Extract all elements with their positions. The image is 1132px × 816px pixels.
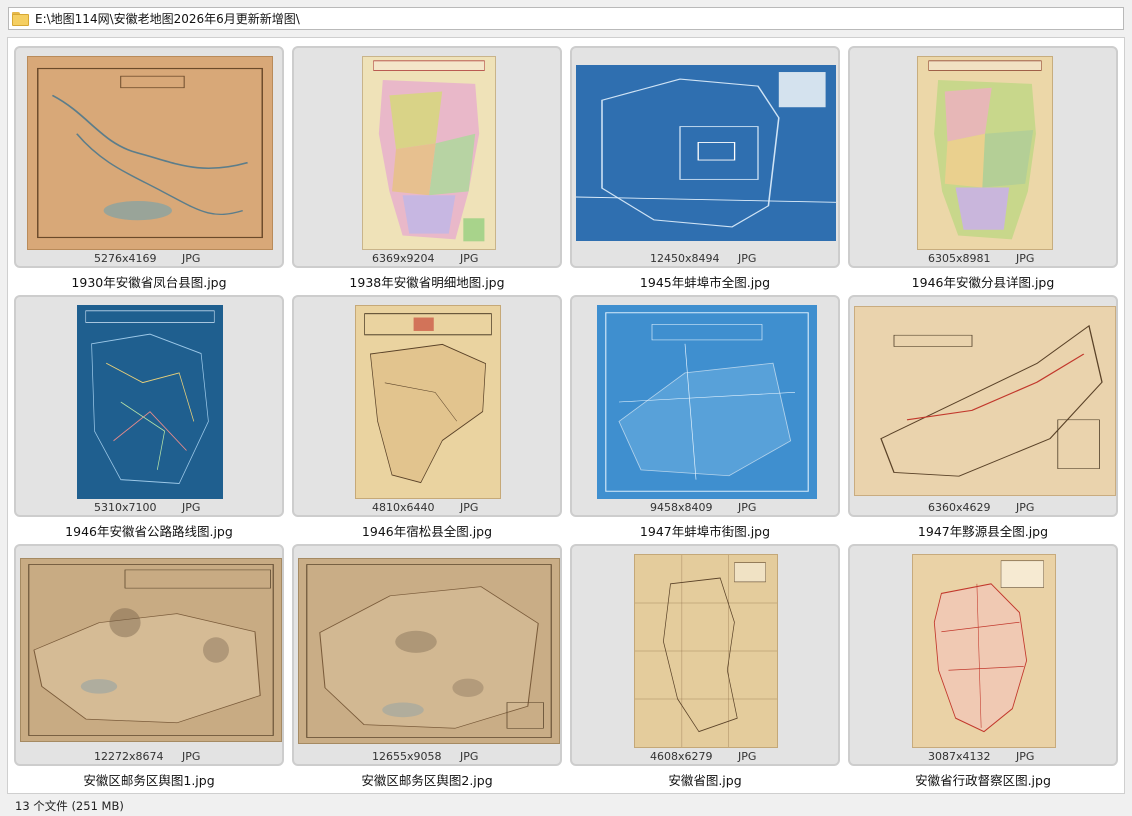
file-type: JPG xyxy=(1016,501,1035,514)
file-item[interactable]: 12272x8674 JPG 安徽区邮务区舆图1.jpg xyxy=(14,544,284,789)
image-dimensions: 6369x9204 xyxy=(372,252,435,265)
map-thumbnail xyxy=(355,305,501,499)
thumbnail-card[interactable]: 12272x8674 JPG xyxy=(14,544,284,766)
image-dimensions: 6305x8981 xyxy=(928,252,991,265)
file-type: JPG xyxy=(182,750,201,763)
thumbnail-card[interactable]: 12450x8494 JPG xyxy=(570,46,840,268)
file-type: JPG xyxy=(460,501,479,514)
file-name[interactable]: 安徽省行政督察区图.jpg xyxy=(848,770,1118,789)
file-type: JPG xyxy=(1016,750,1035,763)
image-dimensions: 4810x6440 xyxy=(372,501,435,514)
file-name[interactable]: 1946年安徽省公路路线图.jpg xyxy=(14,521,284,540)
file-item[interactable]: 9458x8409 JPG 1947年蚌埠市街图.jpg xyxy=(570,295,840,540)
image-dimensions: 12450x8494 xyxy=(650,252,720,265)
image-dimensions: 4608x6279 xyxy=(650,750,713,763)
map-thumbnail xyxy=(20,558,282,742)
file-name[interactable]: 1946年安徽分县详图.jpg xyxy=(848,272,1118,291)
status-text: 13 个文件 (251 MB) xyxy=(15,799,124,813)
file-name[interactable]: 1947年黟源县全图.jpg xyxy=(848,521,1118,540)
file-item[interactable]: 6369x9204 JPG 1938年安徽省明细地图.jpg xyxy=(292,46,562,291)
thumbnail-card[interactable]: 6305x8981 JPG xyxy=(848,46,1118,268)
thumbnail-card[interactable]: 6369x9204 JPG xyxy=(292,46,562,268)
status-bar: 13 个文件 (251 MB) xyxy=(0,796,1132,816)
address-bar[interactable]: E:\地图114网\安徽老地图2026年6月更新新增图\ xyxy=(8,7,1124,30)
file-name[interactable]: 1945年蚌埠市全图.jpg xyxy=(570,272,840,291)
file-item[interactable]: 12450x8494 JPG 1945年蚌埠市全图.jpg xyxy=(570,46,840,291)
file-item[interactable]: 3087x4132 JPG 安徽省行政督察区图.jpg xyxy=(848,544,1118,789)
image-dimensions: 5310x7100 xyxy=(94,501,157,514)
file-type: JPG xyxy=(1016,252,1035,265)
file-name[interactable]: 安徽省图.jpg xyxy=(570,770,840,789)
thumbnail-card[interactable]: 4810x6440 JPG xyxy=(292,295,562,517)
file-type: JPG xyxy=(738,501,757,514)
file-name[interactable]: 安徽区邮务区舆图2.jpg xyxy=(292,770,562,789)
thumbnail-card[interactable]: 12655x9058 JPG xyxy=(292,544,562,766)
image-dimensions: 9458x8409 xyxy=(650,501,713,514)
map-thumbnail xyxy=(912,554,1056,748)
file-item[interactable]: 4608x6279 JPG 安徽省图.jpg xyxy=(570,544,840,789)
map-thumbnail xyxy=(298,558,560,744)
image-dimensions: 6360x4629 xyxy=(928,501,991,514)
folder-icon xyxy=(12,11,30,26)
file-type: JPG xyxy=(182,501,201,514)
file-type: JPG xyxy=(460,252,479,265)
file-name[interactable]: 1947年蚌埠市街图.jpg xyxy=(570,521,840,540)
file-item[interactable]: 6360x4629 JPG 1947年黟源县全图.jpg xyxy=(848,295,1118,540)
map-thumbnail xyxy=(917,56,1053,250)
file-item[interactable]: 4810x6440 JPG 1946年宿松县全图.jpg xyxy=(292,295,562,540)
file-item[interactable]: 5310x7100 JPG 1946年安徽省公路路线图.jpg xyxy=(14,295,284,540)
file-name[interactable]: 1938年安徽省明细地图.jpg xyxy=(292,272,562,291)
file-type: JPG xyxy=(738,252,757,265)
map-thumbnail xyxy=(362,56,496,250)
file-item[interactable]: 6305x8981 JPG 1946年安徽分县详图.jpg xyxy=(848,46,1118,291)
file-name[interactable]: 1946年宿松县全图.jpg xyxy=(292,521,562,540)
address-path: E:\地图114网\安徽老地图2026年6月更新新增图\ xyxy=(35,12,300,26)
map-thumbnail xyxy=(634,554,778,748)
map-thumbnail xyxy=(77,305,223,499)
file-name[interactable]: 安徽区邮务区舆图1.jpg xyxy=(14,770,284,789)
thumbnail-card[interactable]: 3087x4132 JPG xyxy=(848,544,1118,766)
file-type: JPG xyxy=(738,750,757,763)
file-item[interactable]: 12655x9058 JPG 安徽区邮务区舆图2.jpg xyxy=(292,544,562,789)
map-thumbnail xyxy=(27,56,273,250)
file-type: JPG xyxy=(460,750,479,763)
thumbnail-card[interactable]: 9458x8409 JPG xyxy=(570,295,840,517)
map-thumbnail xyxy=(597,305,817,499)
file-name[interactable]: 1930年安徽省凤台县图.jpg xyxy=(14,272,284,291)
thumbnail-card[interactable]: 5276x4169 JPG xyxy=(14,46,284,268)
thumbnail-card[interactable]: 4608x6279 JPG xyxy=(570,544,840,766)
file-item[interactable]: 5276x4169 JPG 1930年安徽省凤台县图.jpg xyxy=(14,46,284,291)
file-type: JPG xyxy=(182,252,201,265)
thumbnail-grid: 5276x4169 JPG 1930年安徽省凤台县图.jpg 6369x9204 J… xyxy=(7,37,1125,794)
image-dimensions: 3087x4132 xyxy=(928,750,991,763)
image-dimensions: 5276x4169 xyxy=(94,252,157,265)
map-thumbnail xyxy=(576,65,836,241)
thumbnail-card[interactable]: 6360x4629 JPG xyxy=(848,295,1118,517)
map-thumbnail xyxy=(854,306,1116,496)
thumbnail-card[interactable]: 5310x7100 JPG xyxy=(14,295,284,517)
image-dimensions: 12655x9058 xyxy=(372,750,442,763)
image-dimensions: 12272x8674 xyxy=(94,750,164,763)
